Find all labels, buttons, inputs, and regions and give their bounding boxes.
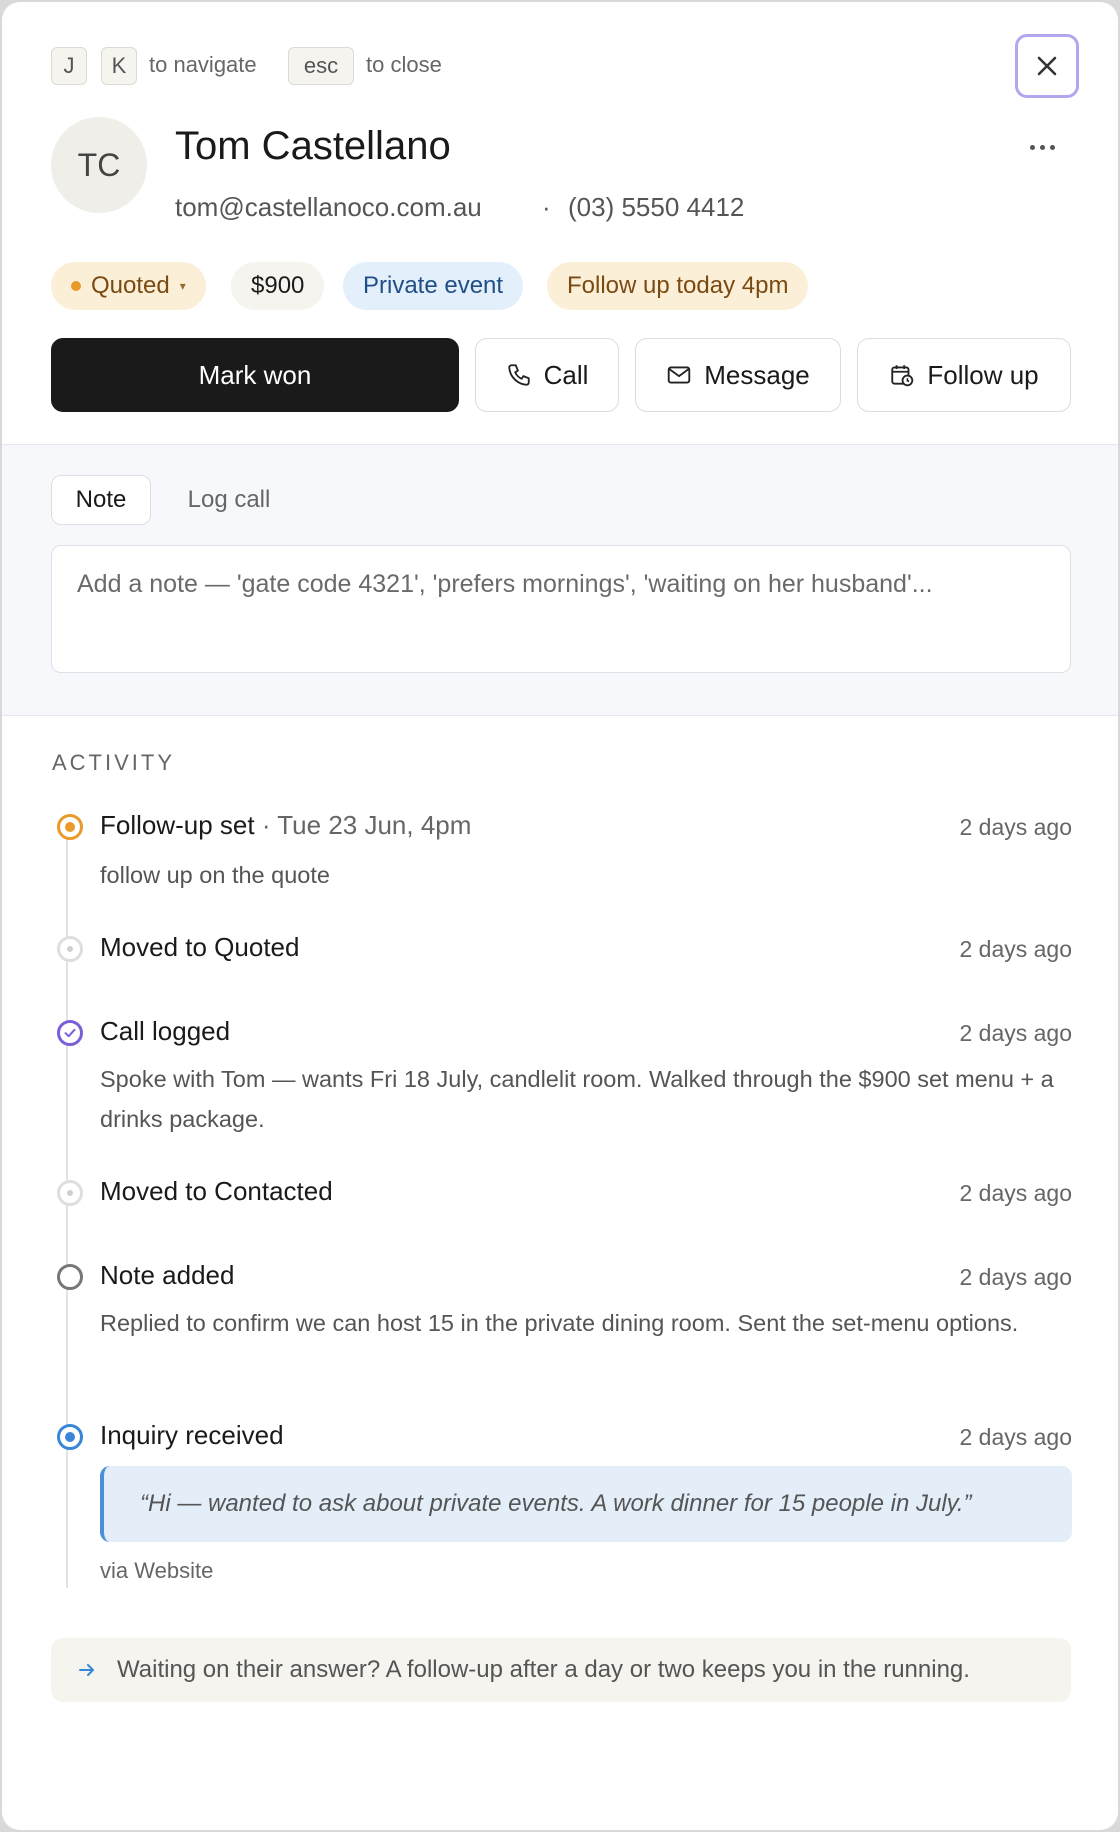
contact-name: Tom Castellano <box>175 124 451 168</box>
note-input[interactable] <box>51 545 1071 673</box>
empty-circle-icon <box>57 1264 83 1290</box>
activity-body: Spoke with Tom — wants Fri 18 July, cand… <box>100 1066 1054 1132</box>
note-composer: Note Log call <box>2 444 1118 716</box>
avatar: TC <box>51 117 147 213</box>
contact-separator: · <box>542 192 551 222</box>
message-label: Message <box>704 359 810 390</box>
tab-log-call[interactable]: Log call <box>167 475 291 525</box>
stage-dot-icon <box>57 936 83 962</box>
arrow-right-icon <box>79 1664 94 1676</box>
status-label: Quoted <box>91 272 170 299</box>
activity-body: follow up on the quote <box>100 862 330 888</box>
message-button[interactable]: Message <box>635 338 841 412</box>
activity-subtitle: · Tue 23 Jun, 4pm <box>254 810 472 840</box>
check-circle-icon <box>57 1020 83 1046</box>
activity-title: Note added <box>100 1260 235 1290</box>
key-esc: esc <box>288 47 354 85</box>
activity-time: 2 days ago <box>959 814 1072 840</box>
calendar-clock-icon <box>891 365 914 387</box>
followup-badge[interactable]: Follow up today 4pm <box>547 262 809 310</box>
activity-title: Moved to Contacted <box>100 1176 333 1206</box>
activity-title: Inquiry received <box>100 1420 284 1450</box>
activity-title-text: Follow-up set <box>100 810 255 840</box>
more-icon-dot <box>1039 144 1045 150</box>
category-badge: Private event <box>343 262 524 310</box>
status-dropdown[interactable]: Quoted ▾ <box>51 262 206 310</box>
target-icon <box>57 1424 83 1450</box>
activity-time: 2 days ago <box>959 1020 1072 1046</box>
follow-up-label: Follow up <box>927 359 1039 390</box>
call-label: Call <box>543 359 589 390</box>
mail-icon <box>668 366 691 384</box>
mark-won-label: Mark won <box>198 359 312 390</box>
contact-email[interactable]: tom@castellanoco.com.au <box>175 192 482 223</box>
clock-target-icon <box>57 814 83 840</box>
stage-dot-icon <box>57 1180 83 1206</box>
more-options-button[interactable] <box>1022 132 1062 162</box>
activity-body: Replied to confirm we can host 15 in the… <box>100 1310 1019 1336</box>
close-button[interactable] <box>1015 34 1079 98</box>
activity-time: 2 days ago <box>959 1264 1072 1290</box>
more-icon <box>1029 144 1035 150</box>
activity-title: Follow-up set · Tue 23 Jun, 4pm <box>100 810 471 841</box>
phone-icon <box>507 364 530 386</box>
status-dot-icon <box>71 281 81 291</box>
tab-note[interactable]: Note <box>51 475 151 525</box>
key-k: K <box>101 47 137 85</box>
contact-phone[interactable]: (03) 5550 4412 <box>568 192 744 223</box>
inquiry-quote: “Hi — wanted to ask about private events… <box>100 1466 1072 1542</box>
followup-tip: Waiting on their answer? A follow-up aft… <box>51 1638 1071 1702</box>
follow-up-button[interactable]: Follow up <box>857 338 1071 412</box>
tip-text: Waiting on their answer? A follow-up aft… <box>117 1656 970 1683</box>
chevron-down-icon: ▾ <box>179 279 186 293</box>
key-j: J <box>51 47 87 85</box>
activity-title: Call logged <box>100 1016 231 1046</box>
activity-time: 2 days ago <box>959 936 1072 962</box>
amount-badge: $900 <box>231 262 325 310</box>
inquiry-source: via Website <box>100 1558 214 1583</box>
close-hint: to close <box>366 52 442 77</box>
activity-time: 2 days ago <box>959 1180 1072 1206</box>
activity-title: Moved to Quoted <box>100 932 300 962</box>
mark-won-button[interactable]: Mark won <box>51 338 459 412</box>
more-icon-dot <box>1049 144 1055 150</box>
navigate-hint: to navigate <box>149 52 257 77</box>
call-button[interactable]: Call <box>475 338 619 412</box>
activity-time: 2 days ago <box>959 1424 1072 1450</box>
lead-detail-panel: J K to navigate esc to close TC Tom Cast… <box>2 2 1118 1830</box>
close-icon <box>1037 56 1057 76</box>
activity-heading: ACTIVITY <box>52 750 176 775</box>
